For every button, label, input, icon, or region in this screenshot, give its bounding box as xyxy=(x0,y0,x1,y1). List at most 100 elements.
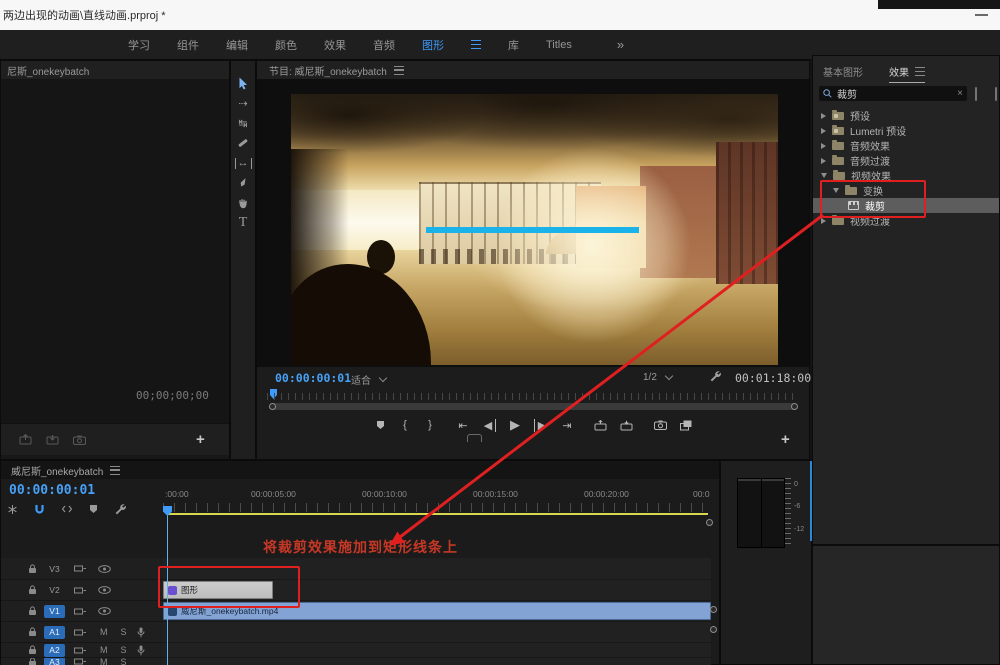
effects-search-box[interactable]: × xyxy=(819,86,967,101)
sequence-tab[interactable]: 威尼斯_onekeybatch xyxy=(11,463,103,478)
linked-selection-icon[interactable] xyxy=(61,504,73,514)
search-clear-icon[interactable]: × xyxy=(957,88,963,99)
track-target-a1[interactable]: A1 xyxy=(44,626,65,639)
track-select-forward-tool-icon[interactable]: ⇢ xyxy=(230,93,256,113)
eye-icon[interactable] xyxy=(98,565,111,573)
chevron-down-icon[interactable] xyxy=(821,173,827,178)
source-patch-icon[interactable] xyxy=(74,586,87,595)
workspace-overflow-chevron[interactable]: » xyxy=(617,37,624,52)
razor-tool-icon[interactable] xyxy=(230,133,256,153)
track-header-v3[interactable]: V3 xyxy=(1,558,163,580)
track-target-v3[interactable]: V3 xyxy=(44,562,65,575)
program-panel-menu-icon[interactable] xyxy=(394,66,404,75)
source-monitor-header[interactable]: 尼斯_onekeybatch xyxy=(1,61,229,79)
source-patch-icon[interactable] xyxy=(74,628,87,637)
mute-button[interactable]: M xyxy=(100,627,108,637)
mark-in-button[interactable]: { xyxy=(399,419,411,431)
effects-tree-item-lumetri-presets[interactable]: Lumetri 预设 xyxy=(813,123,999,138)
nest-toggle-icon[interactable] xyxy=(7,504,18,515)
track-header-a1[interactable]: A1 M S xyxy=(1,622,163,643)
effects-panel-menu-icon[interactable] xyxy=(915,67,925,76)
lock-icon[interactable] xyxy=(28,585,37,595)
track-target-a2[interactable]: A2 xyxy=(44,644,65,657)
track-header-v2[interactable]: V2 xyxy=(1,580,163,601)
overwrite-icon[interactable] xyxy=(46,434,59,445)
mute-button[interactable]: M xyxy=(100,658,108,665)
graphics-tab-menu-icon[interactable] xyxy=(471,40,481,49)
workspace-tab-color[interactable]: 颜色 xyxy=(275,37,297,53)
track-target-v1[interactable]: V1 xyxy=(44,605,65,618)
track-header-a3[interactable]: A3 M S xyxy=(1,658,163,665)
mute-button[interactable]: M xyxy=(100,645,108,655)
source-patch-icon[interactable] xyxy=(74,564,87,573)
source-patch-icon[interactable] xyxy=(74,607,87,616)
comparison-view-button[interactable] xyxy=(680,420,692,431)
snap-magnet-icon[interactable] xyxy=(34,504,45,515)
solo-button[interactable]: S xyxy=(121,645,127,655)
eye-icon[interactable] xyxy=(98,607,111,615)
solo-button[interactable]: S xyxy=(121,627,127,637)
track-lane-a2[interactable] xyxy=(163,643,711,658)
button-editor-handle[interactable] xyxy=(467,434,482,442)
program-mini-ruler[interactable] xyxy=(267,391,799,401)
type-tool-icon[interactable]: T xyxy=(230,213,256,233)
go-to-in-button[interactable]: ⇤ xyxy=(457,419,469,432)
tab-essential-graphics[interactable]: 基本图形 xyxy=(823,64,863,79)
program-timecode[interactable]: 00:00:00:01 xyxy=(275,371,351,385)
add-marker-icon[interactable] xyxy=(374,420,386,430)
track-lane-a1[interactable] xyxy=(163,622,711,643)
source-button-editor-add[interactable]: + xyxy=(196,431,205,448)
workspace-tab-learning[interactable]: 学习 xyxy=(128,37,150,53)
export-frame-button[interactable] xyxy=(654,420,667,430)
program-scrollbar[interactable] xyxy=(269,403,797,410)
timeline-panel-menu-icon[interactable] xyxy=(110,466,120,475)
chevron-right-icon[interactable] xyxy=(821,128,826,134)
timeline-scroll-handle[interactable] xyxy=(706,519,713,526)
program-scroll-handle-left[interactable] xyxy=(269,403,276,410)
workspace-tab-libraries[interactable]: 库 xyxy=(508,37,519,53)
workspace-tab-assembly[interactable]: 组件 xyxy=(177,37,199,53)
chevron-right-icon[interactable] xyxy=(821,113,826,119)
chevron-right-icon[interactable] xyxy=(821,158,826,164)
selection-tool-icon[interactable] xyxy=(230,73,256,93)
play-button[interactable]: ▶ xyxy=(509,417,521,433)
insert-icon[interactable] xyxy=(19,434,32,445)
minimize-icon[interactable] xyxy=(975,14,988,16)
effects-tree-item-audio-transitions[interactable]: 音频过渡 xyxy=(813,153,999,168)
pen-tool-icon[interactable] xyxy=(230,173,256,193)
timeline-ruler-ticks[interactable] xyxy=(163,503,711,512)
track-lane-a3[interactable] xyxy=(163,658,711,665)
timeline-vscroll-handle[interactable] xyxy=(710,606,717,613)
solo-button[interactable]: S xyxy=(121,658,127,665)
new-preset-bin-icon[interactable] xyxy=(975,87,977,101)
timeline-add-marker-icon[interactable] xyxy=(89,504,98,514)
timeline-ruler[interactable]: :00:00 00:00:05:00 00:00:10:00 00:00:15:… xyxy=(163,489,719,499)
effects-tree-item-audio-effects[interactable]: 音频效果 xyxy=(813,138,999,153)
slip-tool-icon[interactable]: ↔ xyxy=(230,153,256,173)
timeline-timecode[interactable]: 00:00:00:01 xyxy=(9,483,95,498)
ripple-edit-tool-icon[interactable]: ↹ xyxy=(230,113,256,133)
effects-tree-item-presets[interactable]: 预设 xyxy=(813,108,999,123)
program-scroll-handle-right[interactable] xyxy=(791,403,798,410)
workspace-tab-effects[interactable]: 效果 xyxy=(324,37,346,53)
source-patch-icon[interactable] xyxy=(74,658,87,665)
program-video-frame[interactable] xyxy=(291,94,778,365)
track-target-v2[interactable]: V2 xyxy=(44,584,65,597)
lock-icon[interactable] xyxy=(28,606,37,616)
extract-button[interactable] xyxy=(620,420,633,431)
source-patch-icon[interactable] xyxy=(74,646,87,655)
go-to-out-button[interactable]: ⇥ xyxy=(561,419,573,432)
track-target-a3[interactable]: A3 xyxy=(44,658,65,665)
track-header-a2[interactable]: A2 M S xyxy=(1,643,163,658)
rectangle-line-graphic[interactable] xyxy=(426,227,639,233)
mic-icon[interactable] xyxy=(137,645,145,656)
workspace-tab-editing[interactable]: 编辑 xyxy=(226,37,248,53)
export-frame-icon[interactable] xyxy=(73,435,86,445)
chevron-right-icon[interactable] xyxy=(821,143,826,149)
mark-out-button[interactable]: } xyxy=(424,419,436,431)
lift-button[interactable] xyxy=(594,420,607,431)
timeline-settings-wrench-icon[interactable] xyxy=(114,503,126,515)
program-settings-wrench-icon[interactable] xyxy=(709,370,721,382)
eye-icon[interactable] xyxy=(98,586,111,594)
chevron-right-icon[interactable] xyxy=(821,218,826,224)
